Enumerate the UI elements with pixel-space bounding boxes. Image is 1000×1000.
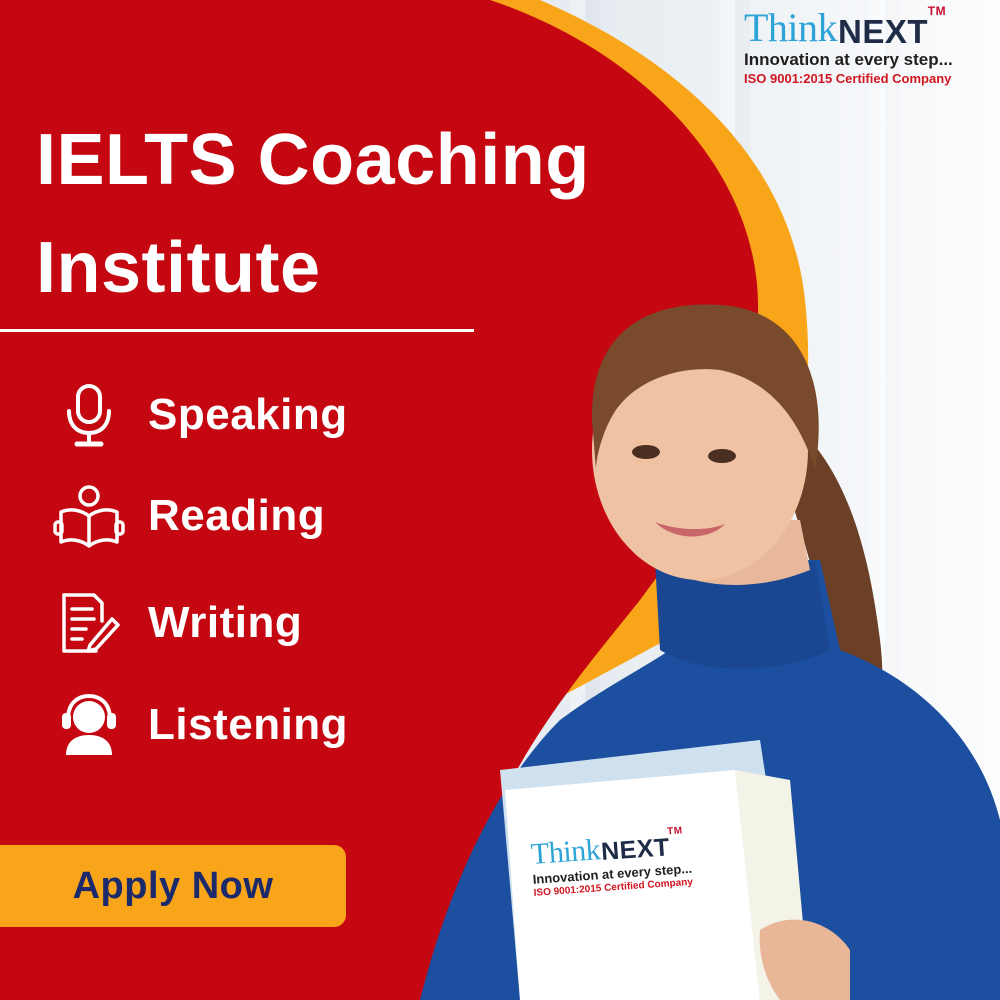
logo-tm: TM [927, 4, 947, 18]
folder-logo-next-text: NEXT [600, 833, 671, 867]
divider [0, 329, 474, 332]
thinknext-logo: Think NEXT TM Innovation at every step...… [744, 5, 974, 86]
title-line-1: IELTS Coaching [36, 120, 590, 200]
right-eye [708, 449, 736, 463]
apply-now-button[interactable]: Apply Now [0, 845, 346, 927]
logo-iso: ISO 9001:2015 Certified Company [744, 71, 952, 86]
reading-person-icon [44, 481, 134, 551]
ad-banner: Think NEXT TM Innovation at every step...… [0, 0, 1000, 1000]
logo-think: Think [744, 5, 838, 50]
skill-reading: Reading [44, 481, 325, 551]
document-pen-icon [44, 588, 134, 658]
skill-label: Speaking [148, 390, 348, 439]
skill-label: Listening [148, 700, 349, 749]
skill-label: Reading [148, 491, 326, 540]
skill-listening: Listening [44, 690, 348, 760]
logo-tagline: Innovation at every step... [744, 50, 953, 69]
skill-writing: Writing [44, 588, 302, 658]
folder-logo-think: Think [529, 833, 602, 871]
page-title: IELTS Coaching Institute [36, 106, 716, 322]
logo-next-text: NEXT [838, 13, 929, 50]
folder-logo-next: NEXT TM [600, 825, 683, 867]
folder-logo-tm: TM [666, 825, 683, 838]
microphone-icon [44, 380, 134, 450]
logo-wordmark: Think NEXT TM [744, 5, 974, 50]
skill-speaking: Speaking [44, 380, 348, 450]
skill-label: Writing [148, 598, 303, 647]
title-line-2: Institute [36, 228, 321, 308]
left-eye [632, 445, 660, 459]
logo-next: NEXT TM [838, 5, 946, 50]
headset-person-icon [44, 690, 134, 760]
